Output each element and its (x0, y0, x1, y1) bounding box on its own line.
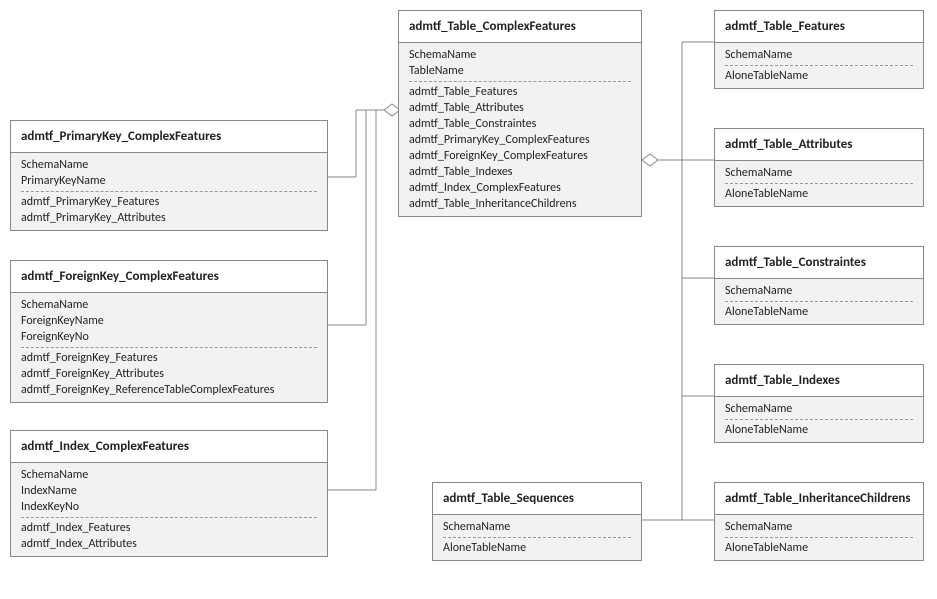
entity-tbl-attributes: admtf_Table_Attributes SchemaName AloneT… (714, 128, 924, 207)
entity-tbl-indexes: admtf_Table_Indexes SchemaName AloneTabl… (714, 364, 924, 443)
entity-body: SchemaName TableName admtf_Table_Feature… (399, 43, 641, 216)
entity-idx-complex: admtf_Index_ComplexFeatures SchemaName I… (10, 430, 328, 557)
entity-complex-features: admtf_Table_ComplexFeatures SchemaName T… (398, 10, 642, 217)
entity-tbl-inheritance: admtf_Table_InheritanceChildrens SchemaN… (714, 482, 924, 561)
entity-tbl-constraintes: admtf_Table_Constraintes SchemaName Alon… (714, 246, 924, 325)
entity-tbl-sequences: admtf_Table_Sequences SchemaName AloneTa… (432, 482, 642, 561)
entity-tbl-features: admtf_Table_Features SchemaName AloneTab… (714, 10, 924, 89)
entity-fk-complex: admtf_ForeignKey_ComplexFeatures SchemaN… (10, 260, 328, 403)
entity-title: admtf_Table_ComplexFeatures (399, 11, 641, 43)
entity-pk-complex: admtf_PrimaryKey_ComplexFeatures SchemaN… (10, 120, 328, 231)
